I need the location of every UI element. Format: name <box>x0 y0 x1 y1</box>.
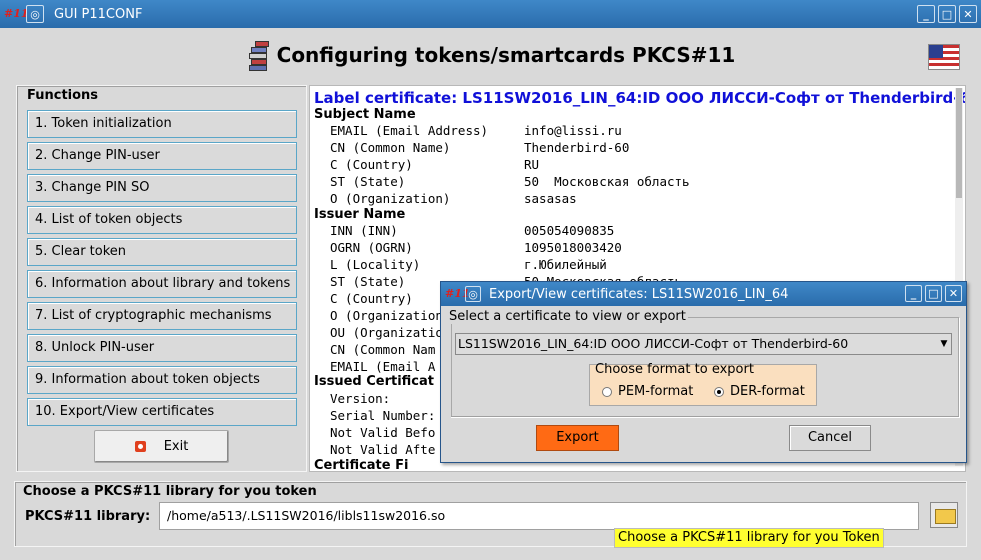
issuer-row: INN (INN) 005054090835 <box>330 223 615 238</box>
issued-row: Version: <box>330 391 391 406</box>
close-button[interactable]: ✕ <box>959 5 977 23</box>
cancel-button[interactable]: Cancel <box>789 425 871 451</box>
functions-title: Functions <box>27 88 99 103</box>
dialog-minimize-button[interactable]: _ <box>905 285 922 302</box>
dialog-separator <box>451 416 959 418</box>
radio-icon <box>602 386 612 397</box>
chevron-down-icon[interactable]: ▼ <box>939 337 949 352</box>
folder-icon[interactable] <box>930 502 958 528</box>
change-pin-so-button[interactable]: 3. Change PIN SO <box>27 174 297 202</box>
window-title: GUI P11CONF <box>54 6 143 22</box>
dialog-titlebar: #11 ◎ Export/View certificates: LS11SW20… <box>441 282 966 306</box>
subject-row: O (Organization) sasasas <box>330 191 577 206</box>
subject-row: ST (State) 50 Московская область <box>330 174 690 189</box>
format-group: Choose format to export PEM-format DER-f… <box>589 362 817 406</box>
functions-panel: Functions 1. Token initialization 2. Cha… <box>16 85 307 472</box>
dialog-maximize-button[interactable]: □ <box>925 285 942 302</box>
export-view-certificates-button[interactable]: 10. Export/View certificates <box>27 398 297 426</box>
library-path-field[interactable]: /home/a513/.LS11SW2016/libls11sw2016.so <box>159 502 919 530</box>
radio-selected-icon <box>714 386 724 397</box>
der-format-label: DER-format <box>730 384 805 399</box>
der-format-radio[interactable]: DER-format <box>714 384 805 399</box>
select-certificate-label: Select a certificate to view or export <box>447 309 688 324</box>
pem-format-label: PEM-format <box>618 384 694 399</box>
books-icon <box>247 37 271 73</box>
clear-token-button[interactable]: 5. Clear token <box>27 238 297 266</box>
issuer-heading: Issuer Name <box>314 207 406 222</box>
issued-row: Not Valid Befo <box>330 425 436 440</box>
change-pin-user-button[interactable]: 2. Change PIN-user <box>27 142 297 170</box>
list-token-objects-button[interactable]: 4. List of token objects <box>27 206 297 234</box>
certificate-select-value: LS11SW2016_LIN_64:ID ООО ЛИССИ-Софт от T… <box>458 336 849 351</box>
format-legend: Choose format to export <box>595 362 754 377</box>
certificate-label: Label certificate: LS11SW2016_LIN_64:ID … <box>314 89 966 107</box>
page-header: Configuring tokens/smartcards PKCS#11 <box>8 30 974 80</box>
minimize-button[interactable]: _ <box>917 5 935 23</box>
issuer-row: EMAIL (Email A <box>330 359 436 374</box>
issuer-row: OU (Organizatio <box>330 325 443 340</box>
maximize-button[interactable]: □ <box>938 5 956 23</box>
issuer-row: OGRN (OGRN) 1095018003420 <box>330 240 622 255</box>
us-flag-icon[interactable] <box>928 44 960 70</box>
dialog-title: Export/View certificates: LS11SW2016_LIN… <box>489 286 789 302</box>
library-label: PKCS#11 library: <box>25 509 151 524</box>
dialog-menu-icon[interactable]: ◎ <box>465 286 481 302</box>
issued-row: Not Valid Afte <box>330 442 436 457</box>
pem-format-radio[interactable]: PEM-format <box>602 384 693 399</box>
crypto-mechanisms-button[interactable]: 7. List of cryptographic mechanisms <box>27 302 297 330</box>
certificate-select[interactable]: LS11SW2016_LIN_64:ID ООО ЛИССИ-Софт от T… <box>455 333 952 355</box>
exit-button[interactable]: Exit <box>94 430 229 463</box>
issued-row: Serial Number: <box>330 408 436 423</box>
subject-heading: Subject Name <box>314 107 416 122</box>
window-controls: _ □ ✕ <box>917 5 977 23</box>
subject-row: EMAIL (Email Address) info@lissi.ru <box>330 123 622 138</box>
issuer-row: C (Country) <box>330 291 413 306</box>
window-menu-icon[interactable]: ◎ <box>26 5 44 23</box>
token-objects-info-button[interactable]: 9. Information about token objects <box>27 366 297 394</box>
issued-heading: Issued Certificat <box>314 374 434 389</box>
page-title: Configuring tokens/smartcards PKCS#11 <box>276 43 736 67</box>
unlock-pin-user-button[interactable]: 8. Unlock PIN-user <box>27 334 297 362</box>
subject-row: CN (Common Name) Thenderbird-60 <box>330 140 630 155</box>
dialog-app-logo-icon: #11 <box>445 287 470 300</box>
exit-label: Exit <box>163 439 189 454</box>
issuer-row: ST (State)50 Московская область <box>330 274 682 289</box>
issuer-row: CN (Common Nam <box>330 342 436 357</box>
exit-icon <box>134 441 146 452</box>
issuer-row: L (Locality) г.Юбилейный <box>330 257 607 272</box>
library-tooltip: Choose a PKCS#11 library for you Token <box>614 528 884 548</box>
app-logo-icon: #11 <box>4 7 29 20</box>
dialog-close-button[interactable]: ✕ <box>945 285 962 302</box>
subject-row: C (Country) RU <box>330 157 540 172</box>
dialog-controls: _ □ ✕ <box>905 285 962 302</box>
export-button[interactable]: Export <box>536 425 619 451</box>
library-info-button[interactable]: 6. Information about library and tokens <box>27 270 297 298</box>
export-dialog: #11 ◎ Export/View certificates: LS11SW20… <box>440 281 967 463</box>
token-initialization-button[interactable]: 1. Token initialization <box>27 110 297 138</box>
issuer-row: O (Organization <box>330 308 443 323</box>
fingerprint-heading: Certificate Fi <box>314 458 409 472</box>
main-titlebar: #11 ◎ GUI P11CONF _ □ ✕ <box>0 0 981 28</box>
scroll-thumb[interactable] <box>956 88 962 198</box>
library-heading: Choose a PKCS#11 library for you token <box>23 484 317 499</box>
